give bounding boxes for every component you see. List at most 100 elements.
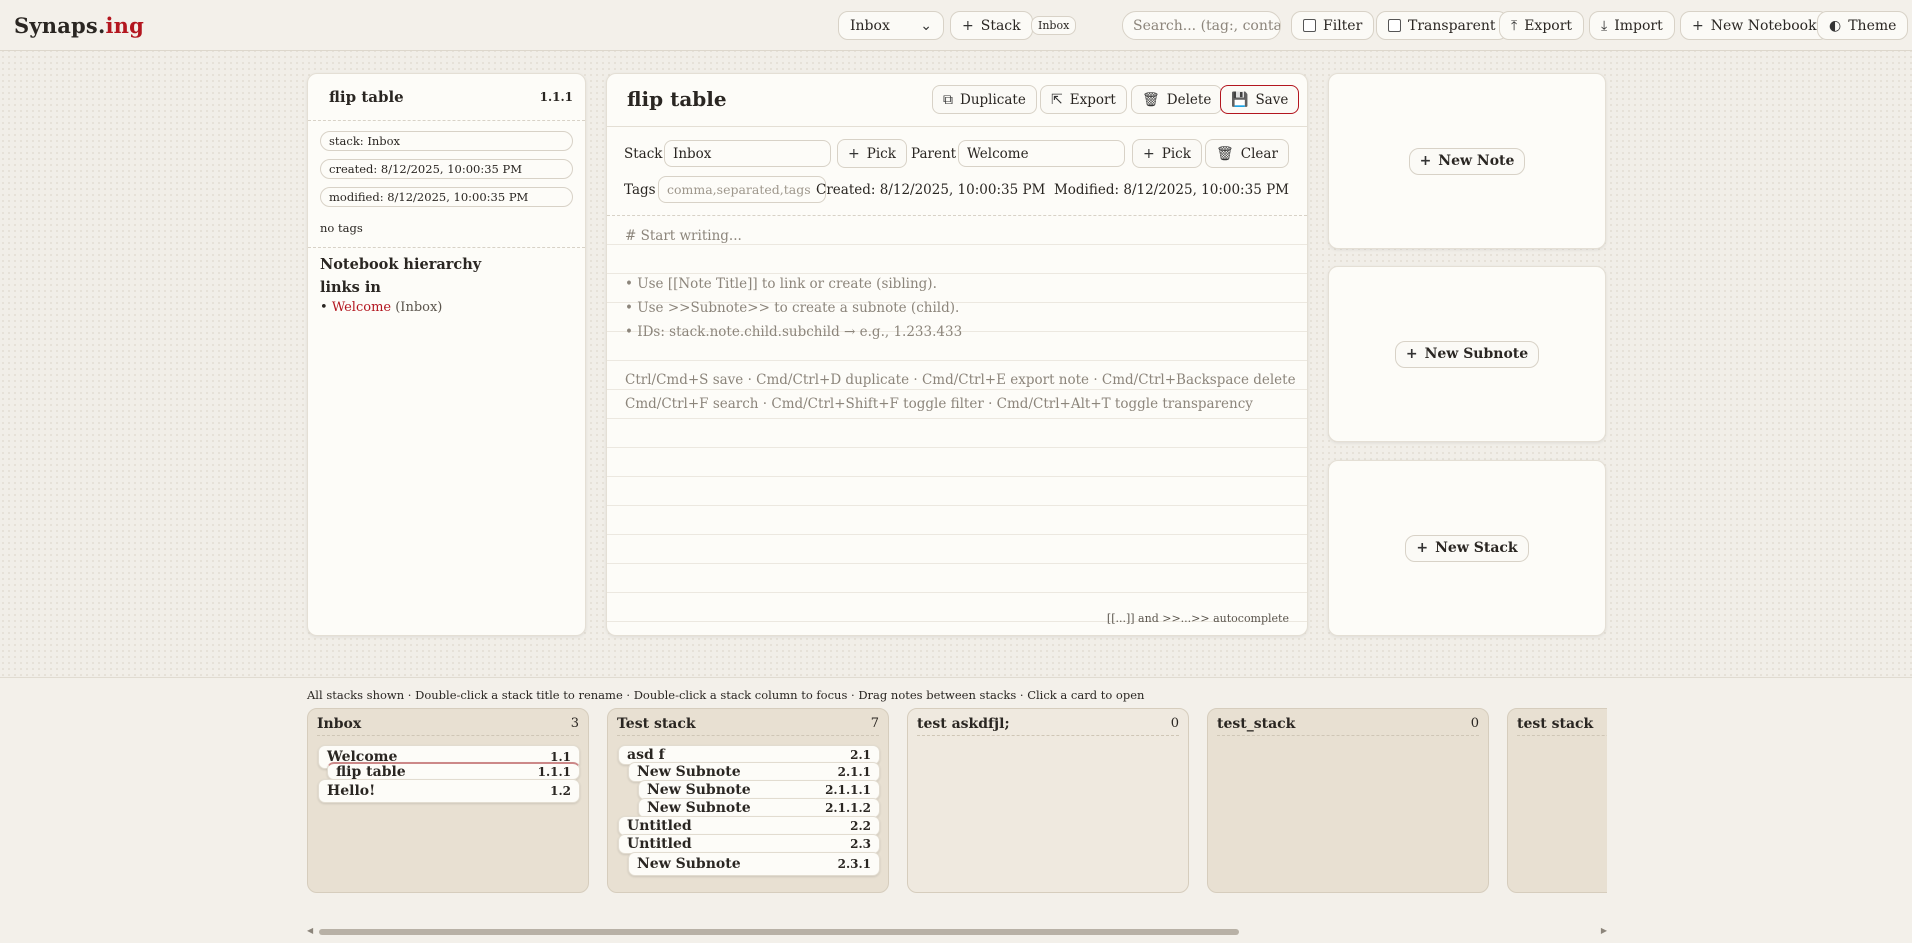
tags-field-label: Tags — [624, 182, 656, 198]
plus-icon: + — [848, 145, 860, 162]
stack-title[interactable]: Test stack — [617, 716, 696, 732]
editor-header: flip table ⧉ Duplicate ⇱ Export 🗑 Delete… — [607, 74, 1307, 127]
stack-pick-button[interactable]: + Pick — [837, 139, 907, 168]
notebook-hierarchy: Notebook hierarchy links in • Welcome (I… — [308, 248, 585, 323]
delete-button[interactable]: 🗑 Delete — [1131, 85, 1223, 114]
filter-toggle[interactable]: Filter — [1291, 11, 1375, 40]
card-id: 2.2 — [850, 819, 871, 833]
moon-icon: ◐ — [1829, 17, 1842, 34]
link-in-welcome[interactable]: Welcome — [332, 300, 391, 315]
new-stack-button[interactable]: + New Stack — [1405, 534, 1529, 562]
top-bar: Synaps.ing Inbox ⌄ + Stack Inbox Search.… — [0, 0, 1912, 51]
parent-field-label: Parent — [911, 146, 957, 162]
plus-icon: + — [1143, 145, 1155, 162]
export-label: Export — [1524, 17, 1573, 34]
editor-dates: Created: 8/12/2025, 10:00:35 PM Modified… — [816, 182, 1289, 198]
scrollbar-thumb[interactable] — [319, 929, 1239, 935]
note-card[interactable]: New Subnote 2.3.1 — [628, 852, 880, 876]
note-card[interactable]: flip table 1.1.1 — [327, 762, 580, 780]
stack-column-test-stack-2[interactable]: test stack — [1507, 708, 1607, 893]
filter-checkbox[interactable] — [1303, 19, 1316, 32]
stack-column-inbox[interactable]: Inbox 3 Welcome 1.1 flip table 1.1.1 Hel… — [307, 708, 589, 893]
card-id: 2.1.1.1 — [825, 783, 871, 797]
editor-line: Cmd/Ctrl+F search · Cmd/Ctrl+Shift+F tog… — [625, 396, 1253, 412]
horizontal-scrollbar[interactable]: ◀ ▶ — [307, 926, 1607, 936]
plus-icon: + — [1405, 346, 1418, 362]
stack-title[interactable]: test stack — [1517, 716, 1593, 732]
editor-modified: Modified: 8/12/2025, 10:00:35 PM — [1053, 182, 1289, 198]
new-note-button[interactable]: + New Note — [1408, 147, 1526, 175]
card-id: 2.3 — [850, 837, 871, 851]
stack-select-value: Inbox — [850, 17, 890, 34]
brand-accent: ing — [105, 13, 144, 38]
theme-label: Theme — [1848, 17, 1897, 34]
export-note-label: Export — [1069, 91, 1116, 108]
new-subnote-card: + New Subnote — [1328, 266, 1606, 442]
stack-title[interactable]: Inbox — [317, 716, 361, 732]
parent-field[interactable]: Welcome — [958, 140, 1125, 167]
stack-title[interactable]: test askdfjl; — [917, 716, 1010, 732]
card-title: Untitled — [627, 836, 692, 852]
stack-field[interactable]: Inbox — [664, 140, 831, 167]
meta-note-id: 1.1.1 — [539, 90, 573, 104]
clear-parent-button[interactable]: 🗑 Clear — [1205, 139, 1289, 168]
tags-input[interactable]: comma,separated,tags — [658, 176, 826, 203]
card-id: 2.1.1.2 — [825, 801, 871, 815]
link-in-stack: (Inbox) — [395, 300, 443, 315]
note-card[interactable]: Untitled 2.3 — [618, 834, 880, 854]
link-in-item: • Welcome (Inbox) — [320, 300, 573, 315]
card-id: 1.1.1 — [537, 764, 571, 779]
new-notebook-button[interactable]: + New Notebook — [1680, 11, 1829, 40]
theme-button[interactable]: ◐ Theme — [1817, 11, 1909, 40]
stack-pick-label: Pick — [866, 145, 896, 162]
stack-column-test_stack[interactable]: test_stack 0 — [1207, 708, 1489, 893]
meta-note-title: flip table — [329, 88, 404, 106]
card-title: New Subnote — [647, 782, 751, 798]
transparent-toggle[interactable]: Transparent — [1376, 11, 1508, 40]
meta-modified-pill: modified: 8/12/2025, 10:00:35 PM — [320, 187, 573, 207]
export-note-button[interactable]: ⇱ Export — [1040, 85, 1127, 114]
editor-line: Ctrl/Cmd+S save · Cmd/Ctrl+D duplicate ·… — [625, 372, 1296, 388]
new-subnote-label: New Subnote — [1424, 346, 1529, 362]
note-card[interactable]: Untitled 2.2 — [618, 816, 880, 836]
scroll-left-icon[interactable]: ◀ — [307, 926, 313, 935]
app-logo[interactable]: Synaps.ing — [14, 13, 144, 38]
note-card[interactable]: New Subnote 2.1.1.1 — [638, 780, 880, 800]
parent-pick-button[interactable]: + Pick — [1132, 139, 1202, 168]
note-card[interactable]: Hello! 1.2 — [318, 779, 580, 803]
chevron-down-icon: ⌄ — [920, 17, 932, 34]
search-input[interactable]: Search... (tag:, contai — [1122, 11, 1281, 40]
note-card[interactable]: New Subnote 2.1.1 — [628, 762, 880, 782]
stack-column-test-stack[interactable]: Test stack 7 asd f 2.1 New Subnote 2.1.1… — [607, 708, 889, 893]
import-button[interactable]: ⤓ Import — [1589, 11, 1675, 40]
current-stack-chip: Inbox — [1031, 16, 1077, 35]
stack-select[interactable]: Inbox ⌄ — [838, 11, 944, 40]
editor-line: • Use [[Note Title]] to link or create (… — [625, 276, 937, 292]
transparent-checkbox[interactable] — [1388, 19, 1401, 32]
editor-created: Created: 8/12/2025, 10:00:35 PM — [816, 182, 1046, 198]
stack-column-test-askdfjl[interactable]: test askdfjl; 0 — [907, 708, 1189, 893]
hierarchy-title: Notebook hierarchy — [320, 256, 482, 273]
stack-header: test askdfjl; 0 — [917, 716, 1179, 736]
scroll-right-icon[interactable]: ▶ — [1601, 926, 1607, 935]
note-card[interactable]: New Subnote 2.1.1.2 — [638, 798, 880, 818]
new-subnote-button[interactable]: + New Subnote — [1394, 340, 1540, 368]
trash-icon: 🗑 — [1216, 145, 1234, 162]
import-label: Import — [1614, 17, 1663, 34]
stack-title[interactable]: test_stack — [1217, 716, 1295, 732]
editor-textarea[interactable]: # Start writing... • Use [[Note Title]] … — [607, 216, 1307, 635]
card-id: 1.2 — [550, 784, 571, 798]
link-bullet: • — [320, 300, 328, 315]
card-id: 2.1 — [850, 748, 871, 762]
new-stack-toolbar-button[interactable]: + Stack — [950, 11, 1033, 40]
export-notebook-button[interactable]: ⤒ Export — [1499, 11, 1585, 40]
new-stack-label: New Stack — [1435, 540, 1518, 556]
save-button[interactable]: 💾 Save — [1220, 85, 1300, 114]
duplicate-button[interactable]: ⧉ Duplicate — [932, 85, 1037, 114]
copy-icon: ⧉ — [943, 91, 953, 108]
editor-title[interactable]: flip table — [627, 87, 727, 111]
meta-stack-pill: stack: Inbox — [320, 131, 573, 151]
stack-count: 3 — [570, 716, 579, 731]
search-placeholder: Search... (tag:, contai — [1133, 17, 1281, 34]
card-id: 2.3.1 — [837, 857, 871, 871]
